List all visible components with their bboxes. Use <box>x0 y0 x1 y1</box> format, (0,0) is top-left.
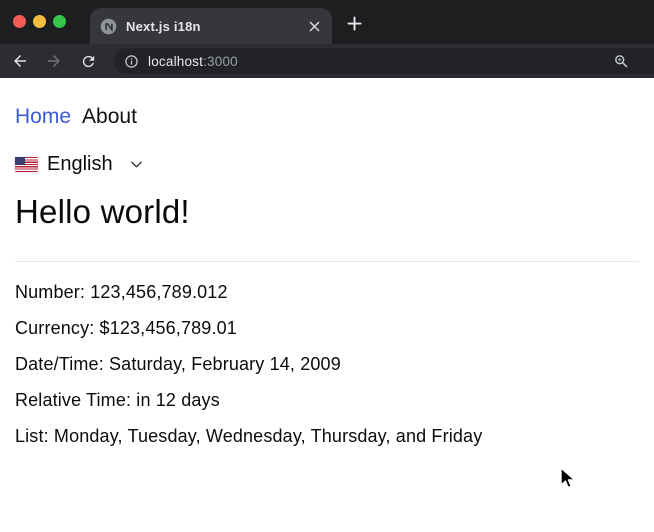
window-minimize-button[interactable] <box>33 15 46 28</box>
divider <box>15 261 639 262</box>
window-zoom-button[interactable] <box>53 15 66 28</box>
tab-close-button[interactable] <box>305 17 323 35</box>
stat-label: List: <box>15 426 49 446</box>
forward-button[interactable] <box>42 47 66 75</box>
reload-button[interactable] <box>76 47 100 75</box>
us-flag-icon <box>15 156 38 172</box>
stat-row-datetime: Date/Time: Saturday, February 14, 2009 <box>15 353 639 376</box>
new-tab-button[interactable] <box>343 12 365 34</box>
site-nav: Home About <box>15 104 639 129</box>
stat-row-list: List: Monday, Tuesday, Wednesday, Thursd… <box>15 425 639 448</box>
reload-icon <box>82 55 94 67</box>
url-port: :3000 <box>203 53 238 69</box>
nextjs-favicon-icon <box>100 18 117 34</box>
page-content: Home About English Hello world! Number: … <box>0 78 654 448</box>
stat-value: 123,456,789.012 <box>90 282 228 302</box>
close-icon <box>309 21 319 31</box>
stat-label: Relative Time: <box>15 390 132 410</box>
tab-strip: Next.js i18n <box>0 0 654 44</box>
page-title: Hello world! <box>15 193 190 230</box>
stat-label: Currency: <box>15 318 95 338</box>
info-icon <box>125 54 138 68</box>
stat-row-number: Number: 123,456,789.012 <box>15 281 639 304</box>
site-info-button[interactable] <box>124 54 139 69</box>
stat-row-currency: Currency: $123,456,789.01 <box>15 317 639 340</box>
plus-icon <box>346 15 362 31</box>
back-arrow-icon <box>14 55 26 67</box>
window-close-button[interactable] <box>13 15 26 28</box>
tab-title: Next.js i18n <box>126 18 201 34</box>
zoom-in-icon <box>615 54 628 68</box>
language-label: English <box>47 153 113 175</box>
address-bar[interactable]: localhost:3000 <box>114 48 654 74</box>
stat-value: $123,456,789.01 <box>99 318 237 338</box>
url-text: localhost:3000 <box>148 54 238 69</box>
browser-tab[interactable]: Next.js i18n <box>90 8 332 44</box>
forward-arrow-icon <box>48 55 60 67</box>
stat-value: in 12 days <box>136 390 220 410</box>
back-button[interactable] <box>8 47 32 75</box>
zoom-in-button[interactable] <box>613 53 630 70</box>
nav-link-home[interactable]: Home <box>15 104 71 129</box>
stat-label: Date/Time: <box>15 354 104 374</box>
url-host: localhost <box>148 53 204 69</box>
language-switcher[interactable]: English <box>15 151 144 177</box>
stat-label: Number: <box>15 282 86 302</box>
browser-window: { "window": { "tab": { "title": "Next.js… <box>0 0 654 532</box>
chevron-down-icon <box>130 161 142 167</box>
stat-value: Saturday, February 14, 2009 <box>109 354 341 374</box>
browser-toolbar: localhost:3000 <box>0 44 654 78</box>
stat-row-relative-time: Relative Time: in 12 days <box>15 389 639 412</box>
nav-link-about[interactable]: About <box>82 104 137 129</box>
stat-value: Monday, Tuesday, Wednesday, Thursday, an… <box>53 426 483 446</box>
traffic-lights <box>13 15 66 28</box>
mouse-cursor <box>560 467 576 489</box>
